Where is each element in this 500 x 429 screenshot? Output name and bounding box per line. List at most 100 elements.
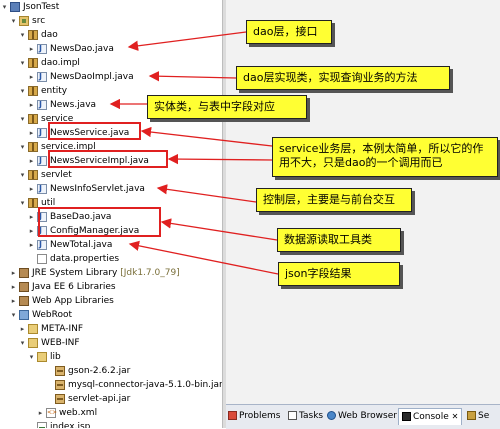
java-file-icon — [37, 70, 47, 84]
tree-item-web-inf[interactable]: ▾ WEB-INF — [18, 336, 80, 350]
package-icon — [28, 58, 38, 68]
collapse-icon[interactable]: ▾ — [18, 56, 27, 70]
collapse-icon[interactable]: ▾ — [18, 196, 27, 210]
tab-tasks[interactable]: Tasks — [288, 408, 323, 424]
expand-icon[interactable]: ▸ — [9, 294, 18, 308]
expand-icon[interactable]: ▸ — [27, 154, 36, 168]
project-icon — [10, 2, 20, 12]
highlight-util-box — [38, 207, 161, 237]
jar-icon — [55, 366, 65, 376]
collapse-icon[interactable]: ▾ — [18, 84, 27, 98]
callout-servlet: 控制层，主要是与前台交互 — [256, 188, 412, 212]
expand-icon[interactable]: ▸ — [36, 406, 45, 420]
tree-item-lib[interactable]: ▾ lib — [27, 350, 61, 364]
package-icon — [28, 30, 38, 40]
callout-json: json字段结果 — [278, 262, 400, 286]
problems-icon — [228, 411, 237, 420]
expand-icon[interactable]: ▸ — [27, 70, 36, 84]
tree-item-dao-impl[interactable]: ▾ dao.impl — [18, 56, 80, 70]
tree-item-index-jsp[interactable]: index.jsp — [27, 420, 90, 428]
jar-icon — [55, 380, 65, 390]
tree-item-webroot[interactable]: ▾ WebRoot — [9, 308, 72, 322]
package-icon — [28, 170, 38, 180]
tree-item-newsinfoservlet[interactable]: ▸NewsInfoServlet.java — [27, 182, 145, 196]
package-icon — [28, 86, 38, 96]
expand-icon[interactable]: ▸ — [27, 210, 36, 224]
java-file-icon — [37, 126, 47, 140]
tree-item-mysql-jar[interactable]: mysql-connector-java-5.1.0-bin.jar — [45, 378, 222, 392]
tree-item-news[interactable]: ▸News.java — [27, 98, 96, 112]
collapse-icon[interactable]: ▾ — [18, 140, 27, 154]
folder-icon — [28, 324, 38, 334]
collapse-icon[interactable]: ▾ — [9, 308, 18, 322]
collapse-icon[interactable]: ▾ — [18, 28, 27, 42]
tree-item-servlet[interactable]: ▾ servlet — [18, 168, 72, 182]
tab-more[interactable]: Se — [467, 408, 489, 424]
tree-item-newtotal[interactable]: ▸NewTotal.java — [27, 238, 113, 252]
library-icon — [19, 296, 29, 306]
tab-problems[interactable]: Problems — [228, 408, 280, 424]
globe-icon — [327, 411, 336, 420]
callout-dao: dao层，接口 — [246, 20, 332, 44]
tree-item-src[interactable]: ▾ src — [9, 14, 45, 28]
callout-service: service业务层，本例太简单，所以它的作用不大，只是dao的一个调用而已 — [272, 137, 498, 177]
expand-icon[interactable]: ▸ — [18, 322, 27, 336]
close-icon[interactable]: ✕ — [452, 412, 459, 421]
package-icon — [28, 142, 38, 152]
collapse-icon[interactable]: ▾ — [18, 336, 27, 350]
java-file-icon — [37, 42, 47, 56]
collapse-icon[interactable]: ▾ — [9, 14, 18, 28]
tree-item-entity[interactable]: ▾ entity — [18, 84, 67, 98]
collapse-icon[interactable]: ▾ — [18, 168, 27, 182]
expand-icon[interactable]: ▸ — [9, 266, 18, 280]
callout-util: 数据源读取工具类 — [277, 228, 401, 252]
library-icon — [19, 268, 29, 278]
webroot-folder-icon — [19, 310, 29, 320]
expand-icon[interactable]: ▸ — [27, 42, 36, 56]
servers-icon — [467, 411, 476, 420]
folder-icon — [37, 352, 47, 362]
tree-item-gson-jar[interactable]: gson-2.6.2.jar — [45, 364, 130, 378]
tree-item-webapp-libraries[interactable]: ▸ Web App Libraries — [9, 294, 114, 308]
tab-web-browser[interactable]: Web Browser — [327, 408, 397, 424]
java-file-icon — [37, 154, 47, 168]
tree-item-web-xml[interactable]: ▸web.xml — [36, 406, 97, 420]
tree-item-jsontest[interactable]: ▾ JsonTest — [0, 0, 59, 14]
tree-item-newsdao[interactable]: ▸NewsDao.java — [27, 42, 114, 56]
xml-file-icon — [46, 406, 57, 420]
tree-item-servlet-api-jar[interactable]: servlet-api.jar — [45, 392, 130, 406]
tree-item-jre-library[interactable]: ▸ JRE System Library [Jdk1.7.0_79] — [9, 266, 180, 280]
bottom-view-tabs: Problems Tasks Web Browser Console ✕ Se — [226, 404, 500, 429]
expand-icon[interactable]: ▸ — [27, 224, 36, 238]
folder-icon — [28, 338, 38, 348]
tree-item-newsdaoimpl[interactable]: ▸NewsDaoImpl.java — [27, 70, 134, 84]
highlight-serviceimpl-box — [48, 150, 168, 168]
package-explorer-tree: ▾JsonTest ▾src ▾dao ▸NewsDao.java ▾dao.i… — [0, 0, 222, 428]
expand-icon[interactable]: ▸ — [27, 238, 36, 252]
tree-item-data-properties[interactable]: data.properties — [27, 252, 119, 266]
expand-icon[interactable]: ▸ — [9, 280, 18, 294]
tab-console[interactable]: Console ✕ — [398, 408, 463, 425]
highlight-service-box — [48, 122, 141, 140]
callout-entity: 实体类，与表中字段对应 — [147, 95, 307, 119]
library-icon — [19, 282, 29, 292]
console-icon — [402, 412, 411, 421]
collapse-icon[interactable]: ▾ — [0, 0, 9, 14]
jsp-file-icon — [37, 422, 47, 428]
expand-icon[interactable]: ▸ — [27, 126, 36, 140]
callout-dao-impl: dao层实现类，实现查询业务的方法 — [236, 66, 450, 90]
java-file-icon — [37, 182, 47, 196]
tree-item-dao[interactable]: ▾ dao — [18, 28, 58, 42]
tree-item-javaee-libraries[interactable]: ▸ Java EE 6 Libraries — [9, 280, 116, 294]
properties-file-icon — [37, 254, 47, 264]
package-icon — [28, 198, 38, 208]
collapse-icon[interactable]: ▾ — [27, 350, 36, 364]
java-file-icon — [37, 238, 47, 252]
collapse-icon[interactable]: ▾ — [18, 112, 27, 126]
tasks-icon — [288, 411, 297, 420]
source-folder-icon — [19, 16, 29, 26]
package-icon — [28, 114, 38, 124]
expand-icon[interactable]: ▸ — [27, 182, 36, 196]
expand-icon[interactable]: ▸ — [27, 98, 36, 112]
tree-item-meta-inf[interactable]: ▸ META-INF — [18, 322, 83, 336]
